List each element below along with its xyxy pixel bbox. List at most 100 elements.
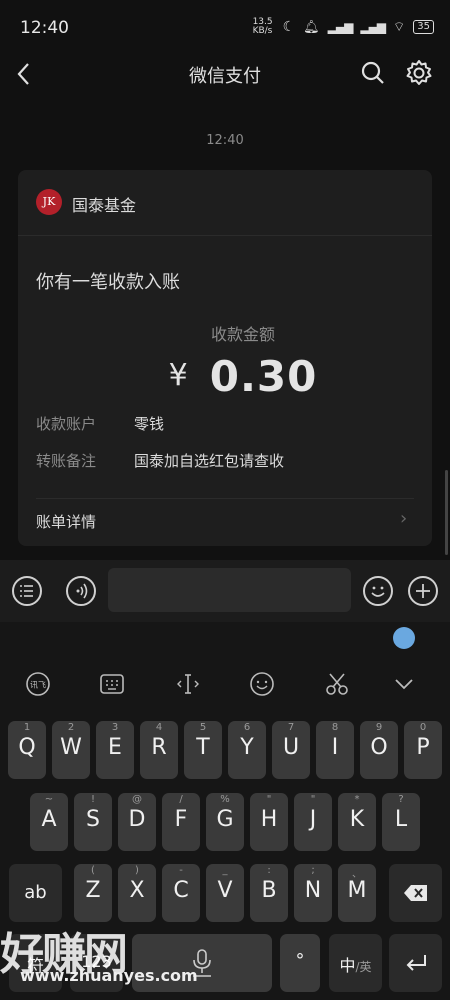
bell-icon: 🔔︎	[303, 19, 320, 35]
cursor-icon[interactable]	[168, 671, 208, 702]
key-label: M	[347, 878, 367, 903]
key-secondary-label: (	[91, 865, 95, 876]
key-secondary-label: %	[220, 794, 230, 805]
row-key-account: 收款账户	[36, 415, 97, 433]
key-y[interactable]: 6Y	[228, 721, 266, 779]
key-label: R	[151, 735, 167, 760]
key-label: L	[394, 807, 408, 832]
key-label: I	[331, 735, 339, 760]
scissors-icon[interactable]	[317, 671, 357, 702]
key-label: W	[60, 735, 82, 760]
key-secondary-label: 4	[155, 722, 163, 733]
chat-timestamp: 12:40	[206, 133, 244, 148]
currency-symbol: ¥	[168, 358, 188, 393]
key-g[interactable]: % G	[206, 793, 244, 851]
key-secondary-label: ~	[44, 794, 54, 805]
key-label: O	[370, 735, 388, 760]
key-label: C	[173, 878, 189, 903]
key-label: Q	[18, 735, 36, 760]
key-label: A	[41, 807, 57, 832]
key-i[interactable]: 8I	[316, 721, 354, 779]
key-m[interactable]: 、 M	[338, 864, 376, 922]
battery-icon: 35	[413, 20, 434, 34]
backspace-key[interactable]	[389, 864, 442, 922]
key-v[interactable]: _ V	[206, 864, 244, 922]
key-w[interactable]: 2W	[52, 721, 90, 779]
key-label: X	[129, 878, 145, 903]
key-secondary-label: 9	[375, 722, 383, 733]
key-a[interactable]: ~ A	[30, 793, 68, 851]
key-c[interactable]: -C	[162, 864, 200, 922]
signal-icon: ▂▄▆	[327, 20, 354, 34]
card-divider	[18, 235, 432, 236]
signal-icon-2: ▂▄▆	[360, 20, 386, 34]
lang-sub: /英	[355, 960, 372, 974]
key-secondary-label: 6	[243, 722, 251, 733]
chevron-down-icon[interactable]	[384, 671, 424, 702]
status-bar: 12:40 13.5 KB/s ☾ 🔔︎ ▂▄▆ ▂▄▆ ⌔ 35	[0, 0, 450, 52]
key-secondary-label: ?	[398, 794, 404, 805]
key-label: S	[86, 807, 100, 832]
emoji-icon[interactable]	[363, 576, 393, 606]
voice-icon[interactable]	[66, 576, 96, 606]
wifi-icon: ⌔	[393, 20, 406, 35]
brand-name: 国泰基金	[72, 196, 137, 215]
search-icon[interactable]	[360, 60, 386, 86]
key-l[interactable]: ? L	[382, 793, 420, 851]
scrollbar[interactable]	[445, 470, 448, 555]
key-s[interactable]: ! S	[74, 793, 112, 851]
enter-key[interactable]	[389, 934, 442, 992]
key-x[interactable]: ) X	[118, 864, 156, 922]
key-label: B	[261, 878, 277, 903]
enter-icon	[406, 955, 426, 971]
key-secondary-label: 5	[199, 722, 207, 733]
row-key-remark: 转账备注	[36, 452, 97, 470]
key-secondary-label: *	[354, 794, 360, 805]
key-secondary-label: 7	[287, 722, 295, 733]
assistant-mascot-icon[interactable]	[393, 627, 415, 649]
punctuation-key[interactable]: °	[280, 934, 320, 992]
key-b[interactable]: :B	[250, 864, 288, 922]
status-icons: 13.5 KB/s ☾ 🔔︎ ▂▄▆ ▂▄▆ ⌔ 35	[253, 18, 434, 36]
watermark-url: www.zhuanyes.com	[20, 966, 198, 985]
amount-value: 0.30	[209, 352, 318, 401]
key-secondary-label: !	[90, 794, 95, 805]
key-label: P	[416, 735, 430, 760]
key-secondary-label: "	[266, 794, 272, 805]
key-label: Z	[85, 878, 101, 903]
key-label: J	[309, 807, 317, 832]
key-p[interactable]: 0P	[404, 721, 442, 779]
key-f[interactable]: / F	[162, 793, 200, 851]
key-e[interactable]: 3E	[96, 721, 134, 779]
key-o[interactable]: 9O	[360, 721, 398, 779]
lang-main: 中	[339, 956, 356, 975]
language-toggle-key[interactable]: 中/英	[329, 934, 382, 992]
message-input[interactable]	[108, 568, 351, 612]
key-t[interactable]: 5T	[184, 721, 222, 779]
amount: ¥0.30	[0, 352, 450, 401]
key-h[interactable]: " H	[250, 793, 288, 851]
key-secondary-label: 3	[111, 722, 119, 733]
key-q[interactable]: 1Q	[8, 721, 46, 779]
row-value-account: 零钱	[134, 415, 165, 433]
key-label: D	[128, 807, 146, 832]
shift-key[interactable]: ab	[9, 864, 62, 922]
add-icon[interactable]	[408, 576, 438, 606]
key-d[interactable]: @ D	[118, 793, 156, 851]
key-z[interactable]: (Z	[74, 864, 112, 922]
key-j[interactable]: " J	[294, 793, 332, 851]
key-n[interactable]: ; N	[294, 864, 332, 922]
key-k[interactable]: * K	[338, 793, 376, 851]
input-method-icon[interactable]: 讯飞	[18, 671, 58, 702]
keyboard-layout-icon[interactable]	[92, 671, 132, 702]
key-r[interactable]: 4R	[140, 721, 178, 779]
key-u[interactable]: 7U	[272, 721, 310, 779]
key-label: T	[196, 735, 210, 760]
menu-list-icon[interactable]	[12, 576, 42, 606]
row-value-remark: 国泰加自选红包请查收	[134, 452, 285, 470]
bill-detail-link[interactable]: 账单详情	[36, 511, 96, 532]
emoji-icon-keyboard[interactable]	[242, 671, 282, 702]
gear-icon[interactable]	[405, 59, 433, 87]
key-secondary-label: :	[267, 865, 271, 876]
key-label: V	[217, 878, 233, 903]
